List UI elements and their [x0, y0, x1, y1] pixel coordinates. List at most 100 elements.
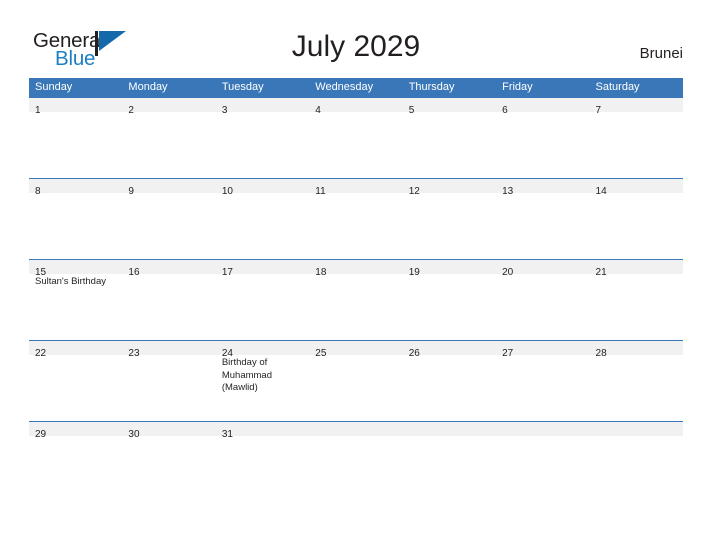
day-number: 11: [315, 186, 326, 197]
day-number-band: 20: [496, 260, 590, 278]
day-number: 19: [408, 267, 420, 278]
day-number: 21: [595, 267, 607, 278]
day-cell-8[interactable]: 8: [29, 179, 123, 259]
day-number: 5: [408, 105, 415, 116]
day-cell-6[interactable]: 6: [496, 98, 590, 178]
day-cell-empty: [309, 422, 403, 443]
weekday-header-sunday: Sunday: [35, 81, 73, 93]
day-cell-12[interactable]: 12: [402, 179, 497, 259]
day-number: 28: [595, 348, 607, 359]
day-number-band: 7: [589, 98, 683, 116]
day-cell-31[interactable]: 31: [215, 422, 310, 443]
day-cell-1[interactable]: 1: [29, 98, 123, 178]
day-number-band: 1: [29, 98, 123, 116]
day-cell-2[interactable]: 2: [122, 98, 216, 178]
weekday-header-tuesday: Tuesday: [221, 81, 264, 93]
day-number-band: 13: [496, 179, 590, 197]
day-number-band: 8: [29, 179, 123, 197]
day-cell-22[interactable]: 22: [29, 341, 123, 421]
day-cell-9[interactable]: 9: [122, 179, 216, 259]
weekday-header-thursday: Thursday: [408, 81, 455, 93]
calendar-week-row: 8 9 10 11 12 13 14: [29, 178, 683, 259]
day-number-band: 25: [309, 341, 403, 359]
day-number: 3: [221, 105, 228, 116]
day-number: 20: [502, 267, 514, 278]
day-number: 18: [315, 267, 327, 278]
calendar-week-row: 15 Sultan's Birthday 16 17 18 19 20 21: [29, 259, 683, 340]
holiday-event: Birthday of Muhammad (Mawlid): [221, 357, 273, 393]
calendar-weeks: 1 2 3 4 5 6 7 8 9 10 11 12 13 14 15 Sultan's Birthday 16…: [29, 97, 683, 443]
day-number-band: 11: [309, 179, 403, 197]
day-number: 12: [408, 186, 420, 197]
day-number-band: 14: [589, 179, 683, 197]
day-cell-20[interactable]: 20: [496, 260, 590, 340]
day-cell-24[interactable]: 24 Birthday of Muhammad (Mawlid): [215, 341, 310, 421]
day-number-band: 4: [309, 98, 403, 116]
day-number: 22: [35, 348, 47, 359]
day-number-band: 22: [29, 341, 123, 359]
day-cell-14[interactable]: 14: [589, 179, 683, 259]
day-number: 23: [128, 348, 140, 359]
day-number: 29: [35, 429, 47, 440]
day-cell-30[interactable]: 30: [122, 422, 216, 443]
day-number: 2: [128, 105, 134, 116]
day-cell-10[interactable]: 10: [215, 179, 310, 259]
day-number-band: 6: [496, 98, 590, 116]
day-cell-5[interactable]: 5: [402, 98, 497, 178]
day-cell-7[interactable]: 7: [589, 98, 683, 178]
day-cell-21[interactable]: 21: [589, 260, 683, 340]
day-number-band: [309, 422, 403, 436]
day-cell-13[interactable]: 13: [496, 179, 590, 259]
day-cell-empty: [402, 422, 497, 443]
country-label: Brunei: [639, 45, 683, 62]
day-number: 4: [315, 105, 321, 116]
day-number: 7: [595, 105, 602, 116]
day-number-band: 12: [402, 179, 497, 197]
calendar-week-row: 1 2 3 4 5 6 7: [29, 97, 683, 178]
day-number-band: 27: [496, 341, 590, 359]
day-cell-15[interactable]: 15 Sultan's Birthday: [29, 260, 123, 340]
weekday-header-saturday: Saturday: [595, 81, 640, 93]
day-number: 8: [35, 186, 41, 197]
day-cell-23[interactable]: 23: [122, 341, 216, 421]
day-number-band: 15: [29, 260, 123, 278]
day-cell-18[interactable]: 18: [309, 260, 403, 340]
calendar-grid: Sunday Monday Tuesday Wednesday Thursday Frid…: [29, 78, 683, 443]
holiday-event: Sultan's Birthday: [35, 276, 106, 287]
day-number-band: 28: [589, 341, 683, 359]
day-number-band: 29: [29, 422, 123, 440]
day-number-band: 5: [402, 98, 497, 116]
day-number-band: 21: [589, 260, 683, 278]
day-cell-11[interactable]: 11: [309, 179, 403, 259]
day-number-band: 19: [402, 260, 497, 278]
day-number: 31: [221, 429, 233, 440]
day-cell-empty: [496, 422, 590, 443]
day-cell-29[interactable]: 29: [29, 422, 123, 443]
day-number: 16: [128, 267, 140, 278]
day-number-band: 10: [215, 179, 310, 197]
day-number: 14: [595, 186, 607, 197]
day-number-band: 9: [122, 179, 216, 197]
day-number-band: 31: [215, 422, 310, 440]
day-number-band: 24: [215, 341, 310, 359]
day-cell-4[interactable]: 4: [309, 98, 403, 178]
day-number-band: 30: [122, 422, 216, 440]
page-title: July 2029: [291, 30, 421, 63]
day-number: 26: [408, 348, 420, 359]
day-number: 17: [221, 267, 233, 278]
day-cell-17[interactable]: 17: [215, 260, 310, 340]
calendar-week-row: 29 30 31: [29, 421, 683, 443]
day-events: Sultan's Birthday: [29, 274, 122, 289]
day-number-band: 26: [402, 341, 497, 359]
day-cell-19[interactable]: 19: [402, 260, 497, 340]
day-cell-16[interactable]: 16: [122, 260, 216, 340]
day-events: Birthday of Muhammad (Mawlid): [216, 355, 309, 395]
day-cell-3[interactable]: 3: [215, 98, 310, 178]
day-number-band: 2: [122, 98, 216, 116]
day-cell-26[interactable]: 26: [402, 341, 497, 421]
day-number: 9: [128, 186, 134, 197]
day-cell-27[interactable]: 27: [496, 341, 590, 421]
day-cell-25[interactable]: 25: [309, 341, 403, 421]
calendar-week-row: 22 23 24 Birthday of Muhammad (Mawlid) 25 26 2…: [29, 340, 683, 421]
day-cell-28[interactable]: 28: [589, 341, 683, 421]
